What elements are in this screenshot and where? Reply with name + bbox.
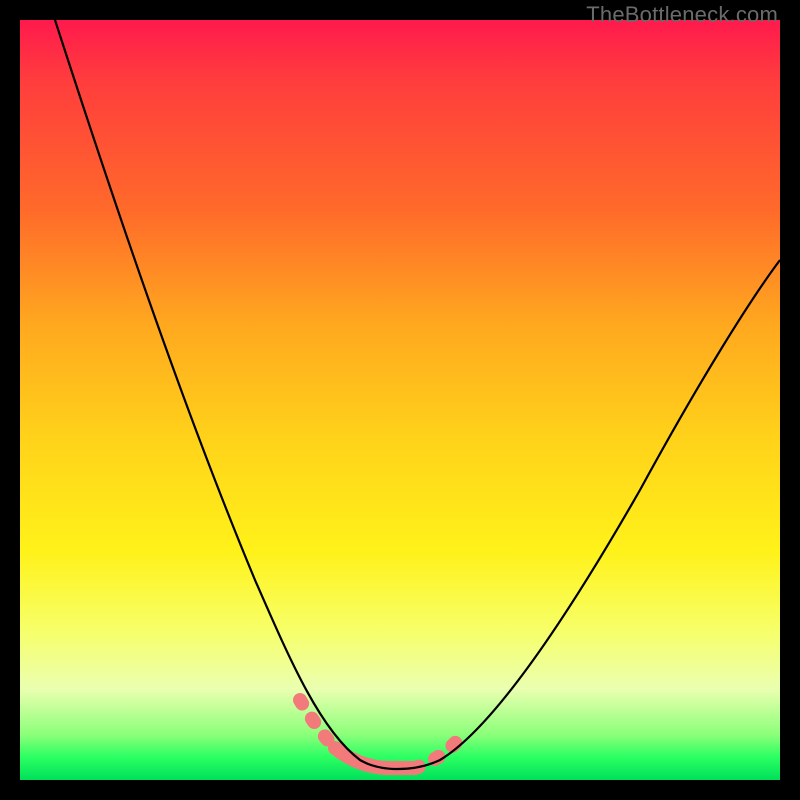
bottleneck-curve (55, 20, 780, 769)
optimal-range-marker-left (300, 700, 335, 748)
optimal-range-marker-right (415, 740, 458, 768)
optimal-range-marker (335, 748, 415, 768)
chart-frame: TheBottleneck.com (0, 0, 800, 800)
watermark-text: TheBottleneck.com (586, 0, 778, 28)
curve-layer (20, 20, 780, 780)
plot-area (20, 20, 780, 780)
